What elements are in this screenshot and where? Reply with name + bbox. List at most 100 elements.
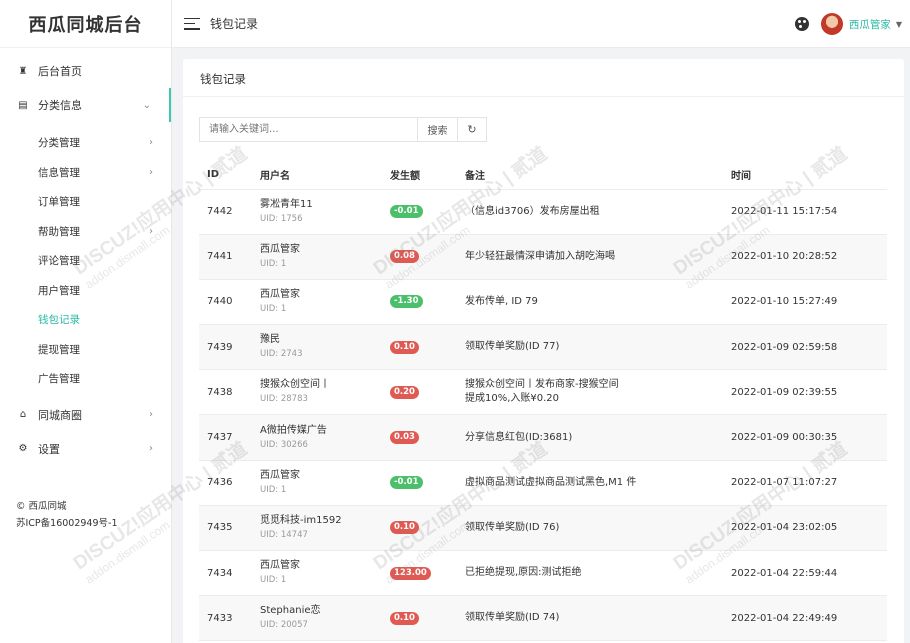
page-title: 钱包记录 <box>210 17 259 31</box>
palette-icon[interactable] <box>794 17 809 31</box>
cell-time: 2022-01-04 23:02:05 <box>723 505 887 552</box>
cell-user: 豫民 UID: 2743 <box>252 324 382 371</box>
sidebar-subitem[interactable]: 提现管理 <box>0 335 171 365</box>
user-name[interactable]: 西瓜管家 <box>849 17 891 32</box>
cell-user: 搜猴众创空间丨 UID: 28783 <box>252 369 382 416</box>
user-uid: UID: 1 <box>260 303 287 314</box>
chevron-right-icon: › <box>149 443 153 454</box>
amount-badge: 0.10 <box>390 521 419 535</box>
amount-badge: 123.00 <box>390 566 431 580</box>
table-header-row: ID 用户名 发生额 备注 时间 <box>199 161 887 190</box>
top-header: 钱包记录 西瓜管家 ▼ <box>172 0 910 48</box>
table-row: 7439 豫民 UID: 2743 0.10 领取传单奖励(ID 77) 2022-01-… <box>199 324 887 371</box>
shop-icon: ⌂ <box>19 409 27 420</box>
cell-id: 7438 <box>199 369 252 416</box>
cell-amount: -1.30 <box>382 279 457 326</box>
sidebar-subitem[interactable]: 分类管理 › <box>0 128 171 158</box>
cell-note: 发布传单, ID 79 <box>457 279 723 326</box>
sidebar-subitem-label: 分类管理 <box>38 137 80 150</box>
sidebar-subitem[interactable]: 信息管理 › <box>0 158 171 188</box>
search-button[interactable]: 搜索 <box>417 117 457 142</box>
sidebar-item-label: 分类信息 <box>38 99 82 112</box>
user-name-text: 西瓜管家 <box>260 243 300 255</box>
wallet-card: 钱包记录 搜索 ↻ ID 用户名 发生额 备注 时间 7442 雾凇青年11 UID… <box>183 59 904 643</box>
user-name-text: Stephanie恋 <box>260 605 321 617</box>
sidebar-item-label: 设置 <box>38 442 60 456</box>
cell-id: 7436 <box>199 460 252 506</box>
sidebar-item-classified[interactable]: ▤ 分类信息 ⌄ <box>0 88 171 122</box>
sidebar-item-home[interactable]: ♜ 后台首页 <box>0 54 171 88</box>
cell-id: 7433 <box>199 595 252 642</box>
cell-user: 雾凇青年11 UID: 1756 <box>252 189 382 235</box>
sidebar-subitem[interactable]: 钱包记录 <box>0 305 171 335</box>
column-header-time: 时间 <box>723 161 887 190</box>
cell-time: 2022-01-10 15:27:49 <box>723 279 887 326</box>
avatar[interactable] <box>820 13 843 35</box>
table-row: 7442 雾凇青年11 UID: 1756 -0.01 （信息id3706）发布房屋出租… <box>199 189 887 235</box>
icp-link[interactable]: 苏ICP备16002949号-1 <box>16 515 118 532</box>
user-uid: UID: 1 <box>260 484 287 495</box>
cell-amount: -0.01 <box>382 460 457 506</box>
sidebar-subitem-label: 钱包记录 <box>38 314 80 327</box>
cell-amount: 0.08 <box>382 234 457 280</box>
chevron-down-icon: ⌄ <box>142 99 151 111</box>
user-uid: UID: 14747 <box>260 529 308 540</box>
amount-badge: -0.01 <box>390 205 423 219</box>
cell-note: 领取传单奖励(ID 77) <box>457 324 723 371</box>
cell-id: 7439 <box>199 324 252 371</box>
user-uid: UID: 1 <box>260 258 287 269</box>
user-uid: UID: 2743 <box>260 349 303 360</box>
copyright-text: © 西瓜同城 <box>16 501 67 512</box>
cell-time: 2022-01-10 20:28:52 <box>723 234 887 280</box>
home-icon: ♜ <box>18 65 28 77</box>
chevron-right-icon: › <box>149 137 153 149</box>
cell-user: 西瓜管家 UID: 1 <box>252 550 382 597</box>
user-name-text: 西瓜管家 <box>260 469 300 481</box>
sidebar-item-business[interactable]: ⌂ 同城商圈 › <box>0 398 171 432</box>
gear-icon: ⚙ <box>18 443 28 454</box>
column-header-note: 备注 <box>457 161 723 190</box>
user-name-text: 觅觅科技-im1592 <box>260 514 342 526</box>
caret-down-icon[interactable]: ▼ <box>896 20 902 29</box>
sidebar-item-settings[interactable]: ⚙ 设置 › <box>0 432 171 466</box>
table-row: 7441 西瓜管家 UID: 1 0.08 年少轻狂最情深申请加入胡吃海喝 2022-01… <box>199 234 887 280</box>
sidebar-item-label: 同城商圈 <box>38 408 82 422</box>
cell-amount: 123.00 <box>382 550 457 597</box>
cell-user: A微拍传媒广告 UID: 30266 <box>252 414 382 461</box>
menu-toggle-icon[interactable] <box>184 17 200 30</box>
table-row: 7433 Stephanie恋 UID: 20057 0.10 领取传单奖励(ID 74… <box>199 595 887 642</box>
sidebar-subitem[interactable]: 广告管理 <box>0 364 171 394</box>
cell-id: 7442 <box>199 189 252 235</box>
cell-amount: 0.20 <box>382 369 457 416</box>
user-name-text: 搜猴众创空间丨 <box>260 379 330 391</box>
amount-badge: -1.30 <box>390 295 423 309</box>
sidebar-subitem[interactable]: 订单管理 <box>0 187 171 217</box>
cell-id: 7437 <box>199 414 252 461</box>
sidebar-subitem[interactable]: 用户管理 <box>0 276 171 306</box>
cell-time: 2022-01-11 15:17:54 <box>723 189 887 235</box>
cell-time: 2022-01-09 02:39:55 <box>723 369 887 416</box>
cell-amount: 0.10 <box>382 505 457 552</box>
amount-badge: 0.20 <box>390 385 419 399</box>
app-logo[interactable]: 西瓜同城后台 <box>0 0 171 48</box>
table-row: 7438 搜猴众创空间丨 UID: 28783 0.20 搜猴众创空间丨发布商家-搜猴空… <box>199 369 887 416</box>
cell-note: 搜猴众创空间丨发布商家-搜猴空间 提成10%,入账¥0.20 <box>457 369 723 416</box>
column-header-id: ID <box>199 161 252 190</box>
chevron-right-icon: › <box>149 225 153 237</box>
cell-time: 2022-01-09 00:30:35 <box>723 414 887 461</box>
user-name-text: 雾凇青年11 <box>260 198 313 210</box>
cell-time: 2022-01-07 11:07:27 <box>723 460 887 506</box>
cell-amount: -0.01 <box>382 189 457 235</box>
sidebar-subitem[interactable]: 帮助管理 › <box>0 217 171 247</box>
search-input[interactable] <box>199 117 417 142</box>
column-header-user: 用户名 <box>252 161 382 190</box>
refresh-icon[interactable]: ↻ <box>457 117 487 142</box>
chevron-right-icon: › <box>149 166 153 178</box>
table-row: 7434 西瓜管家 UID: 1 123.00 已拒绝提现,原因:测试拒绝 2022-01… <box>199 550 887 597</box>
cell-id: 7440 <box>199 279 252 326</box>
sidebar-subitem[interactable]: 评论管理 <box>0 246 171 276</box>
amount-badge: 0.10 <box>390 340 419 354</box>
cell-note: 虚拟商品测试虚拟商品测试黑色,M1 件 <box>457 460 723 506</box>
cell-user: Stephanie恋 UID: 20057 <box>252 595 382 642</box>
user-name-text: 豫民 <box>260 334 280 346</box>
